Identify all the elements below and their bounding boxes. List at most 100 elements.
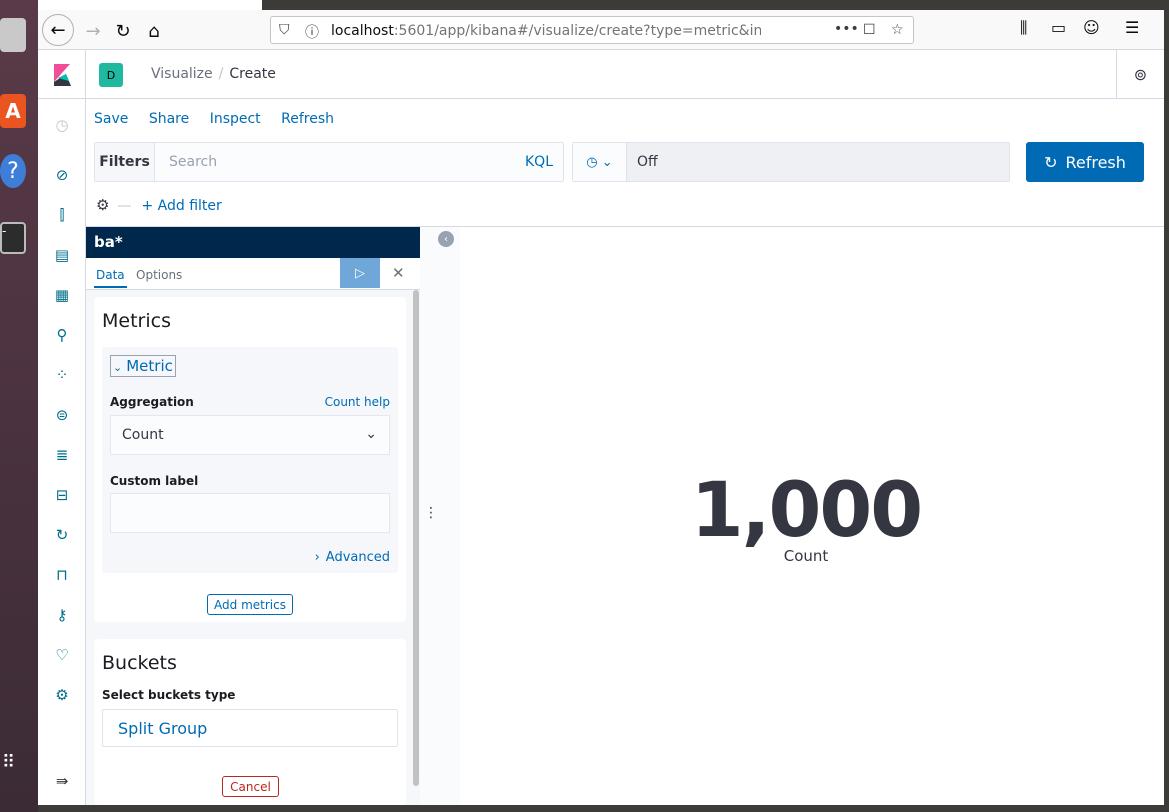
home-button[interactable]: ⌂ — [139, 16, 169, 46]
refresh-icon: ↻ — [1044, 152, 1058, 172]
siem-icon[interactable]: ⊓ — [52, 565, 72, 585]
help-lifebuoy-icon: ⊚ — [1133, 65, 1148, 84]
tab-options[interactable]: Options — [136, 268, 182, 282]
library-icon[interactable]: ⫼ — [1020, 18, 1027, 38]
space-avatar[interactable]: D — [99, 63, 123, 87]
metric-toggle-label: Metric — [126, 357, 173, 375]
bookmark-star-icon[interactable]: ☆ — [891, 22, 904, 38]
breadcrumb-separator: / — [218, 66, 224, 82]
quick-menu-button[interactable]: ◷ ⌄ — [573, 143, 627, 181]
side-nav: ◷ ⊘ ⫿ ▤ ▦ ⚲ ⁘ ⊜ ≣ ⊟ ↻ ⊓ ⚷ ♡ ⚙ ⇛ — [38, 99, 86, 805]
url-host: localhost — [331, 23, 394, 39]
kibana-logo[interactable] — [38, 50, 86, 99]
kibana-header: D Visualize / Create ⊚ — [38, 50, 1164, 99]
metric-accordion-toggle[interactable]: ⌄ Metric — [110, 355, 176, 377]
save-link[interactable]: Save — [94, 111, 128, 127]
top-nav-menu: Save Share Inspect Refresh — [94, 111, 350, 127]
metric-agg-card: ⌄ Metric Aggregation Count help Count ⌄ C… — [102, 347, 398, 573]
management-gear-icon[interactable]: ⚙ — [52, 685, 72, 705]
sidebar-icon[interactable]: ▭ — [1051, 18, 1066, 37]
desktop-edge-bottom — [38, 805, 1169, 812]
apm-icon[interactable]: ⊟ — [52, 485, 72, 505]
maps-icon[interactable]: ⚲ — [52, 325, 72, 345]
browser-window: ← → ↻ ⌂ ⛉ ⓘ localhost:5601/app/kibana#/v… — [38, 0, 1164, 805]
advanced-toggle[interactable]: › Advanced — [315, 550, 390, 565]
discard-close-icon[interactable]: ✕ — [392, 264, 405, 282]
help-menu-button[interactable]: ⊚ — [1116, 50, 1164, 99]
account-icon[interactable]: ☺ — [1083, 18, 1100, 37]
help-app-icon[interactable]: ? — [0, 154, 26, 188]
share-link[interactable]: Share — [149, 111, 189, 127]
refresh-link[interactable]: Refresh — [281, 111, 334, 127]
filter-row: ⚙ — + Add filter — [96, 196, 222, 214]
breadcrumb: Visualize / Create — [151, 66, 276, 82]
add-filter-link[interactable]: + Add filter — [141, 198, 221, 214]
logs-icon[interactable]: ≣ — [52, 445, 72, 465]
visualization-area: 1,000 Count — [460, 227, 1164, 805]
aggregation-value: Count — [122, 427, 164, 443]
filter-dash: — — [117, 198, 132, 214]
query-bar: Filters Search KQL — [94, 142, 564, 182]
monitoring-icon[interactable]: ♡ — [52, 645, 72, 665]
refresh-button[interactable]: ↻ Refresh — [1026, 142, 1144, 182]
cancel-button[interactable]: Cancel — [222, 776, 279, 797]
reload-button[interactable]: ↻ — [108, 16, 138, 46]
sidebar-scrollbar[interactable] — [413, 290, 419, 786]
url-bar[interactable]: ⛉ ⓘ localhost:5601/app/kibana#/visualize… — [270, 16, 914, 44]
time-picker: ◷ ⌄ Off — [572, 142, 1010, 182]
collapse-sidebar-icon[interactable]: ‹ — [438, 231, 454, 247]
software-center-icon[interactable]: A — [0, 94, 26, 128]
refresh-button-label: Refresh — [1065, 152, 1126, 172]
clock-icon: ◷ — [586, 154, 598, 170]
visualize-icon[interactable]: ⫿ — [52, 205, 72, 225]
count-help-link[interactable]: Count help — [325, 395, 390, 409]
forward-button[interactable]: → — [78, 16, 108, 46]
url-text[interactable]: localhost:5601/app/kibana#/visualize/cre… — [331, 23, 761, 39]
breadcrumb-visualize[interactable]: Visualize — [151, 66, 213, 82]
inspect-link[interactable]: Inspect — [210, 111, 261, 127]
ml-icon[interactable]: ⁘ — [52, 365, 72, 385]
custom-label-label: Custom label — [110, 474, 199, 488]
pocket-icon[interactable]: ☐ — [863, 22, 876, 38]
infrastructure-icon[interactable]: ⊜ — [52, 405, 72, 425]
kql-toggle[interactable]: KQL — [525, 154, 553, 170]
resize-handle-icon[interactable]: ⋮ — [424, 505, 438, 521]
dashboard-icon[interactable]: ▤ — [52, 245, 72, 265]
custom-label-input[interactable] — [110, 493, 390, 533]
info-icon[interactable]: ⓘ — [305, 22, 319, 42]
chevron-down-icon: ⌄ — [601, 154, 613, 170]
kibana-logo-icon — [54, 64, 71, 86]
discover-icon[interactable]: ⊘ — [52, 165, 72, 185]
tab-data[interactable]: Data — [94, 268, 127, 288]
metrics-title: Metrics — [102, 310, 171, 332]
chevron-down-icon: ⌄ — [365, 426, 377, 442]
recently-viewed-icon[interactable]: ◷ — [52, 115, 72, 135]
filter-settings-gear-icon[interactable]: ⚙ — [96, 196, 109, 214]
os-dock: A ? - ⠿ — [0, 0, 38, 812]
files-app-icon[interactable] — [0, 18, 26, 52]
collapse-nav-icon[interactable]: ⇛ — [52, 771, 72, 791]
time-value[interactable]: Off — [637, 154, 658, 170]
advanced-label: Advanced — [325, 550, 390, 565]
canvas-icon[interactable]: ▦ — [52, 285, 72, 305]
split-group-button[interactable]: Split Group — [102, 709, 398, 747]
saved-filters-button[interactable]: Filters — [95, 143, 155, 181]
search-input[interactable]: Search — [169, 154, 217, 170]
dev-tools-icon[interactable]: ⚷ — [52, 605, 72, 625]
metric-value: 1,000 — [690, 465, 923, 554]
uptime-icon[interactable]: ↻ — [52, 525, 72, 545]
show-apps-icon[interactable]: ⠿ — [2, 754, 15, 772]
index-pattern-title: ba* — [86, 227, 420, 258]
aggregation-select[interactable]: Count ⌄ — [110, 415, 390, 455]
shield-icon[interactable]: ⛉ — [279, 22, 290, 38]
menu-icon[interactable]: ☰ — [1125, 18, 1139, 37]
page-actions-icon[interactable]: ••• — [834, 21, 859, 37]
url-path: :5601/app/kibana#/visualize/create?type=… — [393, 23, 761, 39]
window-top-strip — [262, 0, 1164, 10]
back-button[interactable]: ← — [42, 14, 74, 46]
chevron-right-icon: › — [314, 550, 320, 565]
terminal-app-icon[interactable]: - — [0, 222, 26, 254]
add-metrics-button[interactable]: Add metrics — [207, 594, 293, 615]
apply-changes-button[interactable]: ▷ — [340, 258, 380, 288]
select-buckets-type-label: Select buckets type — [102, 688, 236, 702]
